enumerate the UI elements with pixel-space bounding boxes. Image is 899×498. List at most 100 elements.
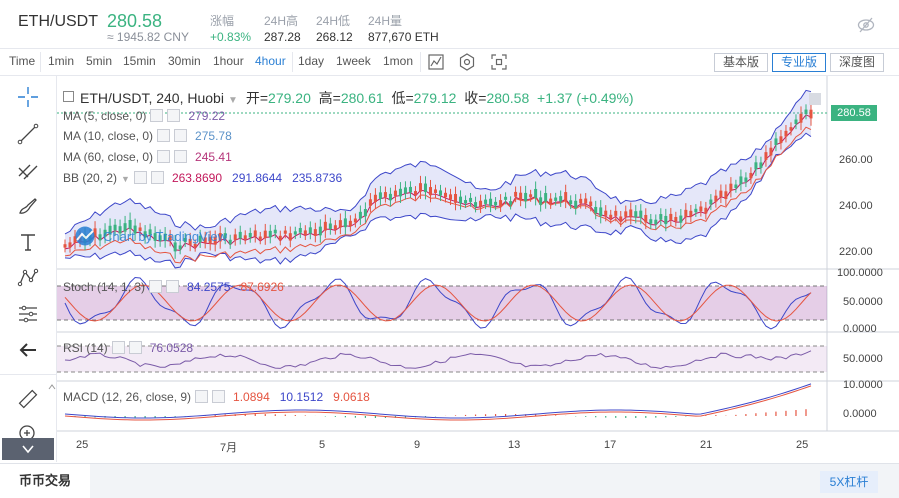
last-price-tag: 280.58 (831, 105, 877, 121)
market-symbol[interactable]: ETH/USDT (18, 13, 98, 31)
timeframe-1hour[interactable]: 1hour (213, 54, 244, 68)
candle-body (704, 207, 708, 214)
tradingview-watermark[interactable]: Chart by TradingView (71, 226, 227, 246)
candle-body (799, 113, 803, 123)
price-chart[interactable]: ETH/USDT, 240, Huobi ▼ 开=279.20 高=280.61 低… (57, 76, 899, 462)
candle-body (554, 197, 558, 201)
collapse-panel-button[interactable] (2, 438, 54, 460)
candle-body (333, 225, 337, 230)
candle-body (784, 130, 788, 137)
time-tick: 21 (700, 439, 713, 451)
volume-24h-value: 877,670 ETH (368, 30, 439, 44)
settings-gear-icon[interactable] (457, 52, 477, 72)
measure-icon[interactable] (16, 302, 40, 326)
candle-body (569, 200, 573, 205)
candle-body (298, 228, 302, 233)
view-basic-button[interactable]: 基本版 (714, 53, 768, 72)
brush-icon[interactable] (16, 195, 40, 219)
candle-body (774, 138, 778, 145)
indicator-icon[interactable] (426, 52, 446, 72)
study-settings-icon[interactable] (195, 390, 209, 403)
ma10-legend: MA (10, close, 0) 275.78 (63, 129, 232, 143)
candle-body (373, 194, 377, 203)
tab-spot-trading[interactable]: 币币交易 (0, 464, 90, 498)
leverage-button[interactable]: 5X杠杆 (820, 471, 878, 493)
study-settings-icon[interactable] (157, 150, 171, 163)
ruler-icon[interactable] (16, 387, 40, 411)
view-pro-button[interactable]: 专业版 (772, 53, 826, 72)
low-24h-label: 24H低 (316, 14, 351, 28)
pattern-icon[interactable] (16, 266, 40, 290)
candle-body (258, 236, 262, 240)
timeframe-1day[interactable]: 1day (298, 54, 324, 68)
fib-tool-icon[interactable] (16, 158, 40, 182)
candle-body (423, 183, 427, 193)
timeframe-time[interactable]: Time (9, 54, 35, 68)
candle-body (383, 192, 387, 198)
study-settings-icon[interactable] (111, 341, 125, 354)
study-dropdown-icon[interactable]: ▼ (121, 174, 130, 184)
candle-body (378, 192, 382, 200)
candle-body (779, 136, 783, 144)
study-close-icon[interactable] (174, 150, 188, 163)
study-close-icon[interactable] (174, 129, 188, 142)
candle-body (428, 187, 432, 196)
candle-body (293, 231, 297, 235)
info-marker-icon[interactable] (809, 93, 821, 105)
timeframe-5min[interactable]: 5min (86, 54, 112, 68)
legend-dropdown-icon[interactable]: ▼ (228, 95, 238, 106)
study-settings-icon[interactable] (149, 280, 163, 293)
study-close-icon[interactable] (212, 390, 226, 403)
timeframe-1min[interactable]: 1min (48, 54, 74, 68)
candle-body (614, 210, 618, 216)
candle-body (579, 198, 583, 204)
back-arrow-icon[interactable] (16, 338, 40, 362)
trend-line-icon[interactable] (16, 122, 40, 146)
study-settings-icon[interactable] (157, 129, 171, 142)
candle-body (639, 210, 643, 218)
study-close-icon[interactable] (150, 171, 164, 184)
candle-body (439, 190, 443, 196)
study-settings-icon[interactable] (150, 109, 164, 122)
candle-body (403, 187, 407, 194)
candle-body (664, 215, 668, 225)
study-settings-icon[interactable] (133, 171, 147, 184)
candle-body (574, 200, 578, 209)
candle-body (689, 210, 693, 217)
collapse-legend-icon[interactable] (63, 91, 74, 102)
candle-body (509, 201, 513, 205)
candle-body (278, 235, 282, 241)
candle-body (729, 183, 733, 191)
timeframe-15min[interactable]: 15min (123, 54, 156, 68)
study-close-icon[interactable] (166, 280, 180, 293)
scroll-up-icon[interactable] (48, 382, 56, 392)
rsi-legend: RSI (14) 76.0528 (63, 341, 194, 355)
timeframe-1mon[interactable]: 1mon (383, 54, 413, 68)
text-tool-icon[interactable] (16, 230, 40, 254)
view-depth-button[interactable]: 深度图 (830, 53, 884, 72)
candle-body (629, 209, 633, 218)
candle-body (734, 184, 738, 189)
candle-body (454, 194, 458, 203)
candle-body (494, 201, 498, 206)
timeframe-30min[interactable]: 30min (168, 54, 201, 68)
chart-title: ETH/USDT, 240, Huobi (80, 90, 224, 106)
time-tick: 13 (508, 439, 521, 451)
crosshair-icon[interactable] (16, 85, 40, 109)
study-close-icon[interactable] (128, 341, 142, 354)
timeframe-1week[interactable]: 1week (336, 54, 371, 68)
time-tick: 17 (604, 439, 617, 451)
footer-bar: 币币交易 5X杠杆 (0, 463, 899, 498)
candle-body (684, 209, 688, 218)
candle-body (519, 192, 523, 200)
timeframe-4hour[interactable]: 4hour (255, 54, 286, 68)
study-close-icon[interactable] (167, 109, 181, 122)
candle-body (549, 198, 553, 204)
candle-body (544, 193, 548, 202)
hide-eye-icon[interactable] (857, 16, 875, 34)
candle-body (318, 226, 322, 236)
ohlc-close: 280.58 (486, 90, 530, 106)
candle-body (599, 207, 603, 217)
candle-body (724, 191, 728, 200)
fullscreen-icon[interactable] (489, 52, 509, 72)
